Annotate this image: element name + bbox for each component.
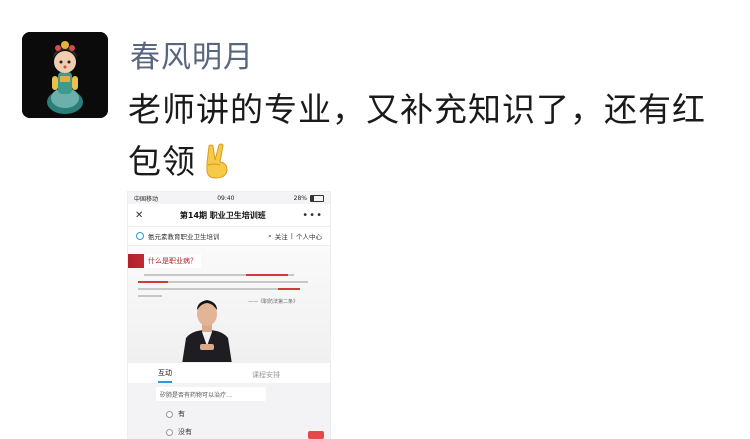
- message-text: 老师讲的专业，又补充知识了，还有红包领: [128, 84, 728, 194]
- sender-avatar[interactable]: [22, 32, 108, 118]
- doll-figure-icon: [22, 32, 108, 118]
- search-icon: ⌕: [268, 231, 272, 240]
- account-bar: 氨元素教育职业卫生培训 ⌕ 关注 | 个人中心: [128, 227, 330, 246]
- slide-question: 什么是职业病？: [144, 254, 201, 268]
- victory-hand-icon: [200, 142, 232, 194]
- follow-label: 关注: [274, 233, 288, 241]
- shared-screenshot-image[interactable]: 中国移动 09:40 28% ✕ 第14期 职业卫生培训班 ••• 氨元素教育职…: [128, 192, 330, 439]
- lecture-video: 什么是职业病？ ——《职防法第二条》: [128, 246, 330, 363]
- battery-icon: [310, 194, 324, 202]
- account-name: 氨元素教育职业卫生培训: [148, 233, 220, 241]
- sender-name[interactable]: 春风明月: [130, 32, 254, 76]
- tab-interact[interactable]: 互动: [158, 368, 172, 383]
- phone-status-bar: 中国移动 09:40 28%: [128, 192, 330, 204]
- close-icon: ✕: [135, 209, 144, 221]
- lesson-tabs: 互动 课程安排: [128, 363, 330, 383]
- red-packet-badge: [308, 431, 324, 439]
- user-center-label: 个人中心: [296, 233, 322, 241]
- clock-text: 09:40: [217, 194, 235, 202]
- quiz-option[interactable]: 有: [166, 409, 185, 419]
- more-icon: •••: [302, 209, 323, 221]
- quiz-option-label: 没有: [178, 428, 192, 436]
- phone-nav-bar: ✕ 第14期 职业卫生培训班 •••: [128, 204, 330, 227]
- presenter-figure: [182, 300, 232, 362]
- tab-schedule[interactable]: 课程安排: [252, 370, 280, 383]
- account-logo-icon: [136, 232, 144, 240]
- radio-icon: [166, 410, 173, 418]
- slide-citation: ——《职防法第二条》: [248, 299, 299, 305]
- battery-percent: 28%: [293, 194, 307, 202]
- radio-icon: [166, 428, 173, 436]
- separator: |: [290, 232, 293, 240]
- quiz-panel: 矽肺是否有药物可以治疗… 有 没有: [128, 383, 330, 439]
- carrier-text: 中国移动: [134, 195, 159, 203]
- quiz-option-label: 有: [178, 410, 185, 418]
- quiz-question: 矽肺是否有药物可以治疗…: [156, 387, 266, 401]
- quiz-option[interactable]: 没有: [166, 427, 192, 437]
- phone-nav-title: 第14期 职业卫生培训班: [179, 210, 266, 220]
